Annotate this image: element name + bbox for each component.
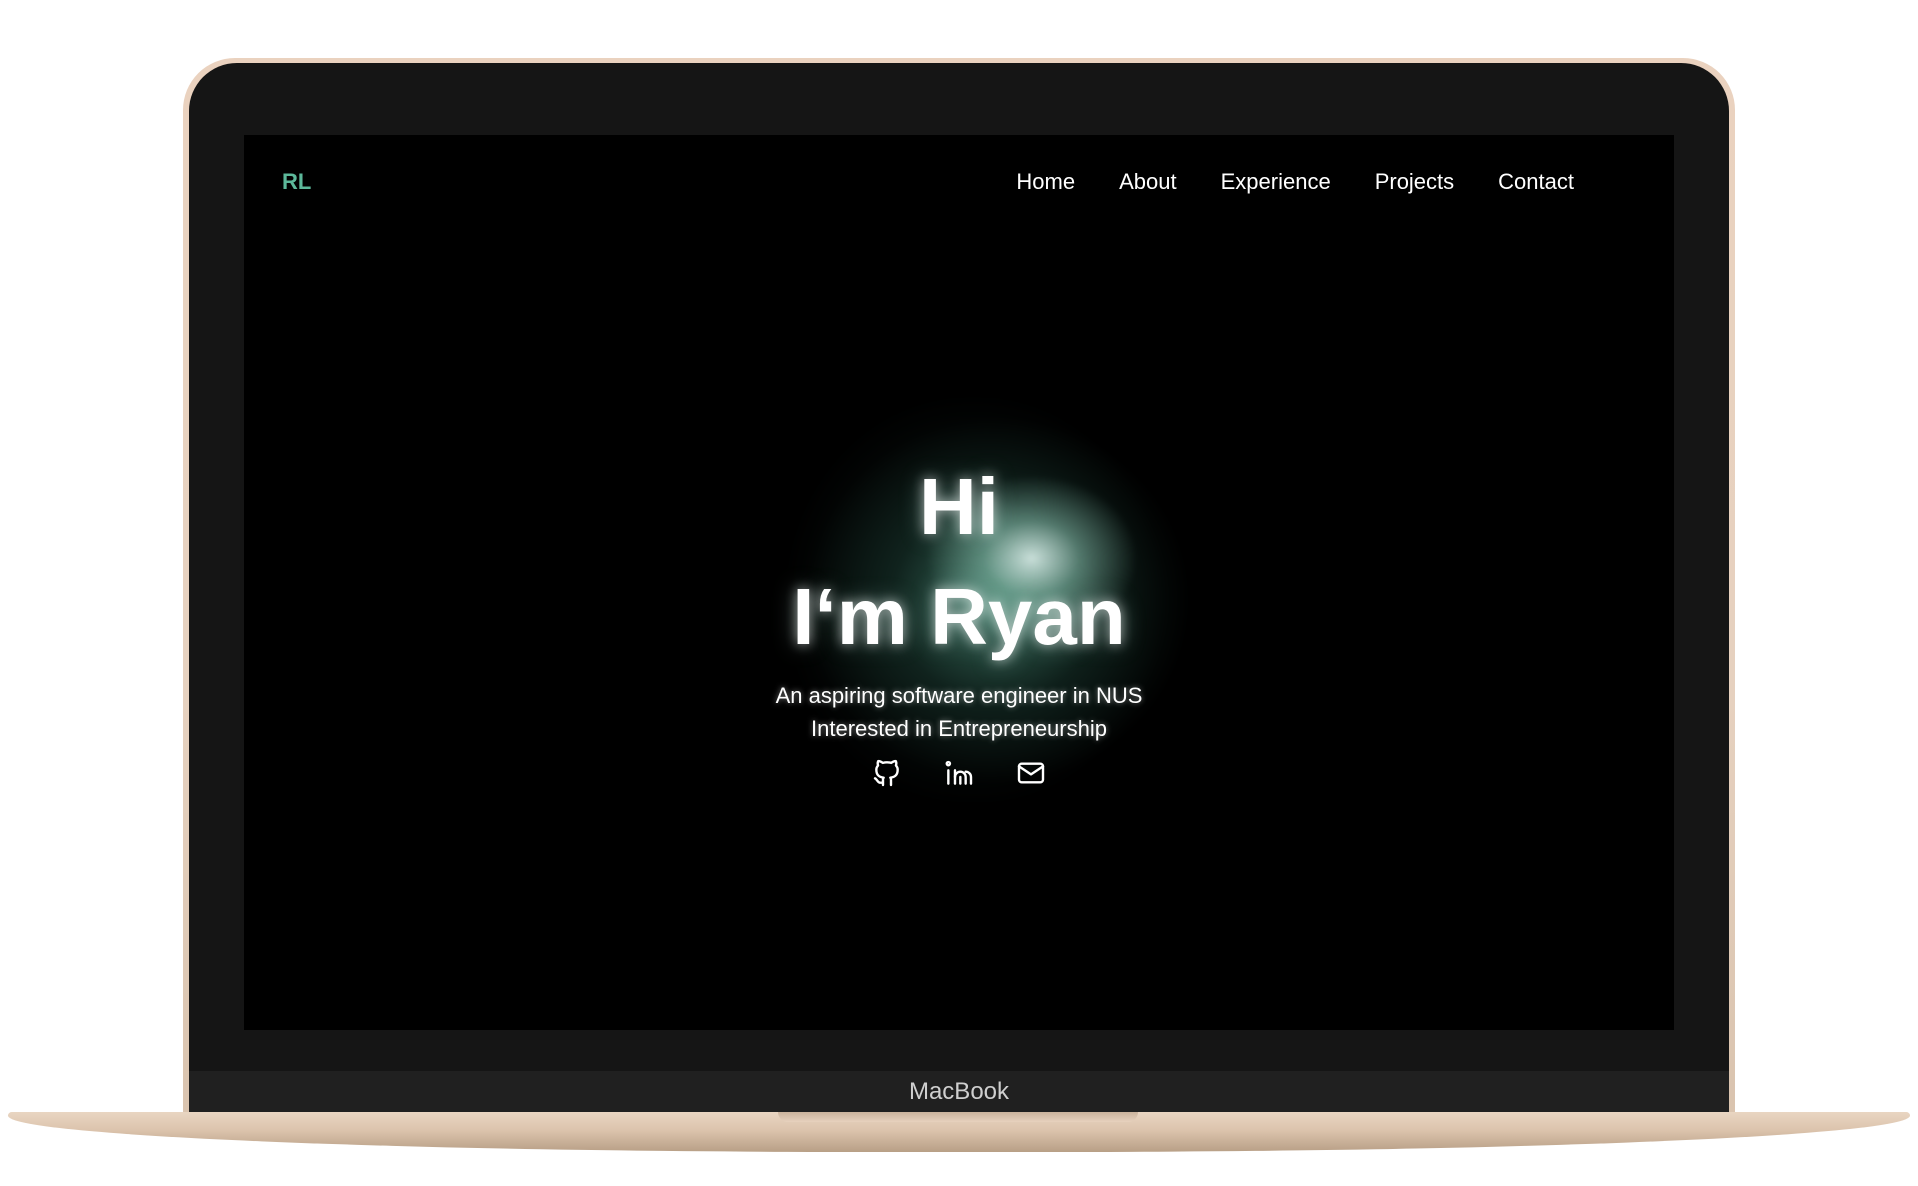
nav-experience[interactable]: Experience (1221, 169, 1331, 195)
website-viewport: RL Home About Experience Projects Contac… (244, 135, 1674, 1030)
hero-subtitle-2: Interested in Entrepreneurship (811, 716, 1107, 741)
macbook-mockup: RL Home About Experience Projects Contac… (0, 0, 1918, 1186)
macbook-label: MacBook (908, 1078, 1010, 1105)
github-icon[interactable] (871, 757, 903, 789)
nav-contact[interactable]: Contact (1498, 169, 1574, 195)
social-links (244, 757, 1674, 789)
nav-projects[interactable]: Projects (1375, 169, 1454, 195)
laptop-notch (778, 1112, 1138, 1122)
hero-subtitle-1: An aspiring software engineer in NUS (775, 683, 1143, 708)
site-logo[interactable]: RL (282, 169, 311, 195)
nav-about[interactable]: About (1119, 169, 1177, 195)
hero-greeting: Hi (919, 462, 999, 551)
mail-icon[interactable] (1015, 757, 1047, 789)
hero-name: I‘m Ryan (792, 572, 1126, 661)
nav-home[interactable]: Home (1016, 169, 1075, 195)
main-nav: Home About Experience Projects Contact (1016, 169, 1574, 195)
linkedin-icon[interactable] (943, 757, 975, 789)
